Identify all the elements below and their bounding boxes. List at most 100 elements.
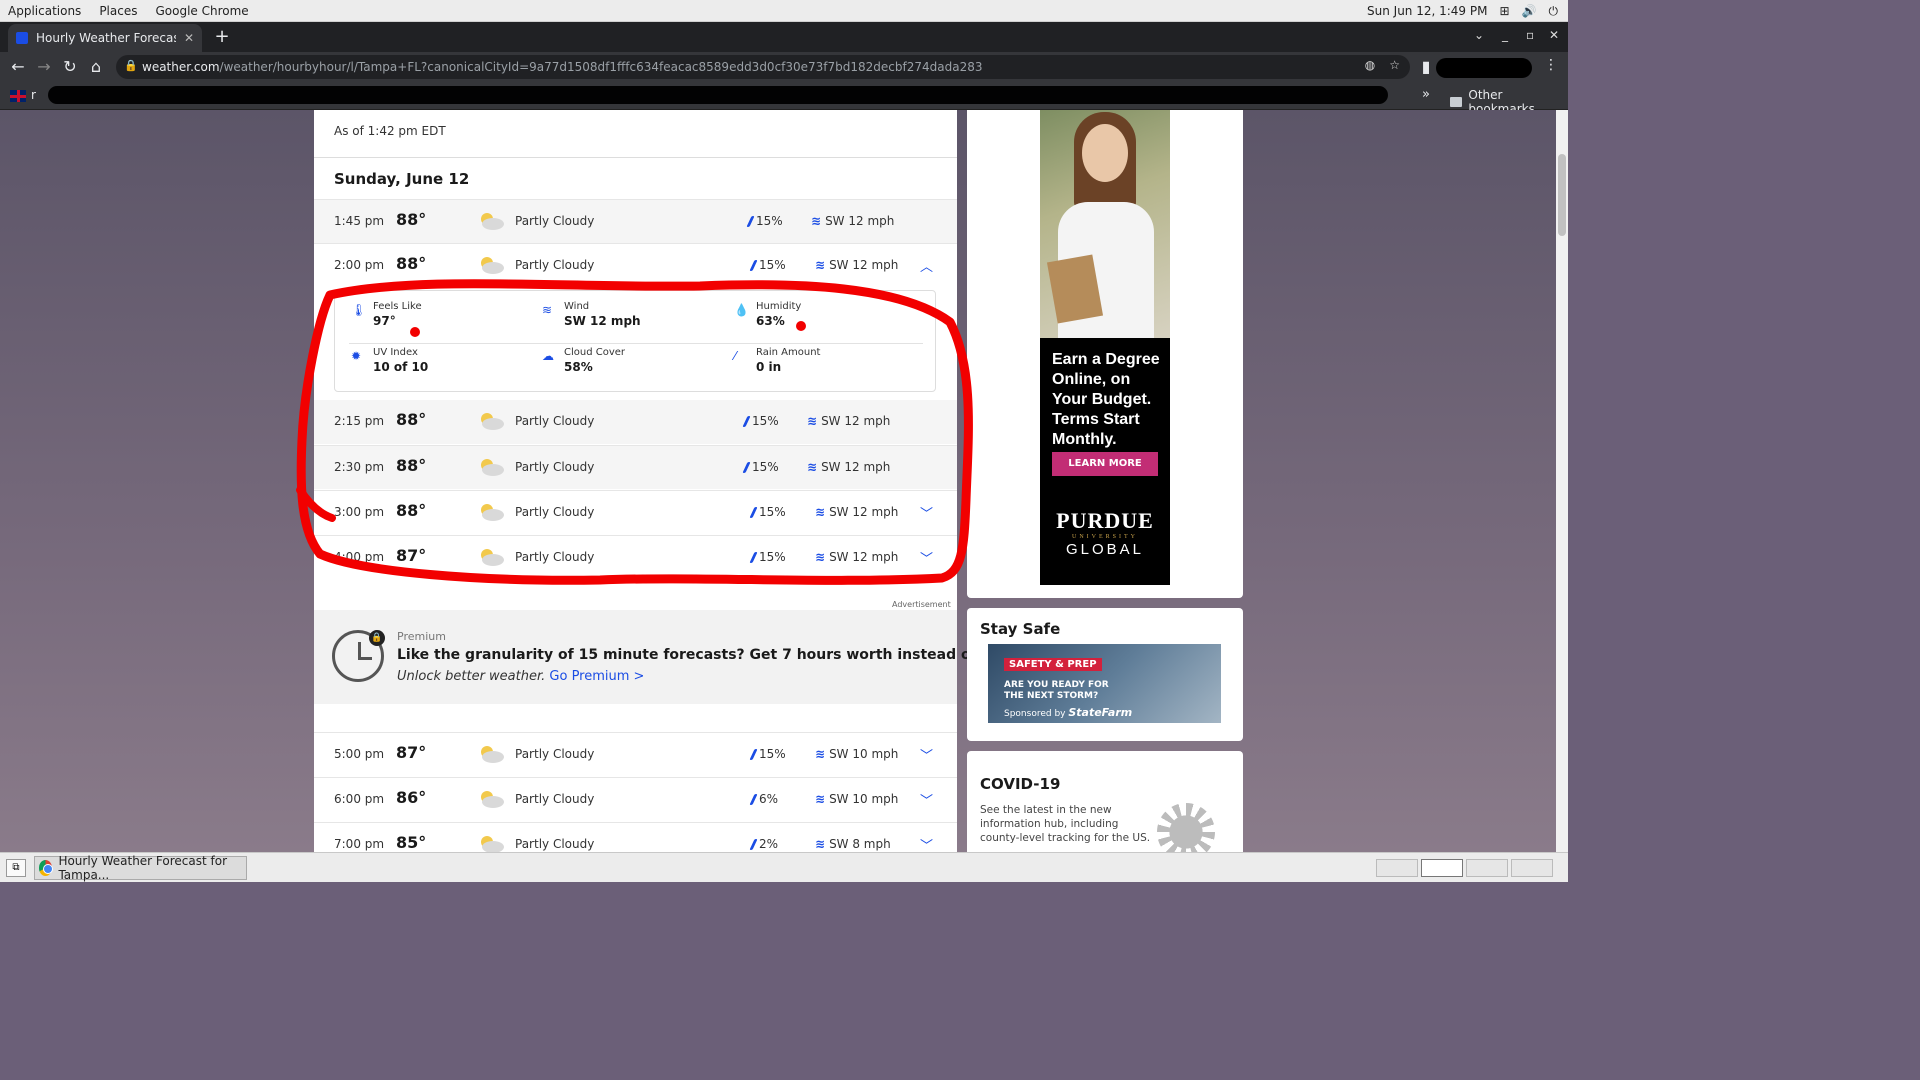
row-wind: ≋ SW 12 mph [815,258,898,272]
raindrop-icon [749,259,758,271]
thermometer-icon: 🌡 [351,303,367,317]
applications-menu[interactable]: Applications [8,4,81,18]
tab-hourly-weather[interactable]: Hourly Weather Forecast f ✕ [8,24,202,52]
wind-icon: ≋ [807,414,817,428]
address-bar[interactable]: 🔒 weather.com/weather/hourbyhour/l/Tampa… [116,55,1410,79]
row-wind-value: SW 10 mph [829,792,899,806]
row-time: 2:30 pm [334,460,385,474]
ad-photo [1040,110,1170,338]
power-icon[interactable]: ⏻ [1549,4,1559,19]
chevron-up-icon[interactable]: ︿ [920,256,933,275]
feels-like-value: 97° [373,314,396,328]
ad-headline: Earn a Degree Online, on Your Budget. Te… [1052,351,1160,448]
forecast-row[interactable]: 3:00 pm 88° Partly Cloudy 15% ≋ SW 12 mph… [314,490,957,534]
profile-button[interactable] [1436,58,1532,78]
forecast-row[interactable]: 1:45 pm 88° Partly Cloudy 15% ≋ SW 12 mph [314,199,957,243]
forecast-row[interactable]: 2:30 pm 88° Partly Cloudy 15% ≋ SW 12 mph [314,445,957,489]
purdue-global-ad[interactable]: Earn a Degree Online, on Your Budget. Te… [1040,110,1170,585]
places-menu[interactable]: Places [99,4,137,18]
close-icon[interactable]: ✕ [184,31,194,45]
forecast-row[interactable]: 7:00 pm 85° Partly Cloudy 2% ≋ SW 8 mph ﹀ [314,822,957,852]
minimize-button[interactable]: _ [1502,28,1508,42]
bookmark-item[interactable]: r [31,88,36,102]
volume-icon[interactable]: 🔊 [1522,4,1537,18]
stay-safe-banner[interactable]: SAFETY & PREP ARE YOU READY FOR THE NEXT… [988,644,1221,723]
forward-button[interactable]: → [34,57,54,76]
row-wind: ≋ SW 12 mph [807,460,890,474]
forecast-row[interactable]: 2:15 pm 88° Partly Cloudy 15% ≋ SW 12 mph [314,400,957,444]
feels-like-cell: 🌡 Feels Like 97° [351,301,553,328]
uv-index-cell: ✹ UV Index 10 of 10 [351,347,553,374]
divider [349,343,923,344]
home-button[interactable]: ⌂ [86,57,106,76]
premium-subtext: Unlock better weather. Go Premium > [397,669,644,684]
chevron-down-icon[interactable]: ﹀ [920,503,933,522]
forecast-row[interactable]: 4:00 pm 87° Partly Cloudy 15% ≋ SW 12 mph… [314,535,957,579]
workspace-4[interactable] [1511,859,1553,877]
side-panel-icon[interactable]: ▮ [1416,57,1436,76]
row-precip-value: 6% [759,792,779,806]
go-premium-link[interactable]: Go Premium > [549,669,644,684]
more-bookmarks-chevron-icon[interactable]: » [1422,87,1430,102]
taskbar-chrome-window[interactable]: Hourly Weather Forecast for Tampa... [34,854,247,882]
row-wind-value: SW 12 mph [825,214,895,228]
maximize-button[interactable]: ▫ [1526,28,1534,42]
row-condition: Partly Cloudy [515,837,595,851]
partly-cloudy-icon [481,791,504,808]
google-chrome-menu[interactable]: Google Chrome [155,4,248,18]
new-tab-button[interactable]: + [212,26,232,47]
row-precip-value: 15% [756,214,783,228]
row-precip-value: 15% [752,460,779,474]
partly-cloudy-icon [481,213,504,230]
chevron-down-icon[interactable]: ﹀ [920,745,933,764]
logo-line-3: GLOBAL [1065,541,1145,558]
row-wind-value: SW 8 mph [829,837,891,851]
system-top-bar: Applications Places Google Chrome Sun Ju… [0,0,1568,22]
forecast-row[interactable]: 5:00 pm 87° Partly Cloudy 15% ≋ SW 10 mph… [314,732,957,776]
back-button[interactable]: ← [8,57,28,76]
bookmark-star-icon[interactable]: ☆ [1389,58,1400,72]
chrome-menu-icon[interactable]: ⋮ [1544,57,1558,73]
row-wind-value: SW 12 mph [829,505,899,519]
scrollbar-thumb[interactable] [1558,154,1566,236]
wind-icon: ≋ [542,303,553,317]
stay-safe-card: Stay Safe SAFETY & PREP ARE YOU READY FO… [967,608,1243,741]
forecast-row-expanded[interactable]: 2:00 pm 88° Partly Cloudy 15% ≋ SW 12 mph… [314,243,957,287]
row-temp: 86° [396,788,427,807]
workspace-1[interactable] [1376,859,1418,877]
wind-icon: ≋ [815,792,825,806]
row-precip: 15% [749,505,786,519]
row-time: 2:00 pm [334,258,385,272]
show-desktop-button[interactable]: ⧉ [6,859,26,877]
workspace-3[interactable] [1466,859,1508,877]
forecast-row[interactable]: 6:00 pm 86° Partly Cloudy 6% ≋ SW 10 mph … [314,777,957,821]
page-scrollbar[interactable] [1556,110,1568,852]
lock-icon[interactable]: 🔒 [124,59,138,72]
tab-title: Hourly Weather Forecast f [36,31,176,45]
learn-more-button[interactable]: LEARN MORE [1052,452,1158,476]
workspace-2[interactable] [1421,859,1463,877]
url-domain: weather.com [142,60,220,74]
row-condition: Partly Cloudy [515,214,595,228]
tab-strip: Hourly Weather Forecast f ✕ + ⌄ _ ▫ ✕ [0,22,1568,52]
network-icon[interactable]: ⊞ [1499,4,1509,18]
uv-value: 10 of 10 [373,360,429,374]
wind-icon: ≋ [815,837,825,851]
tab-search-icon[interactable]: ⌄ [1474,28,1484,42]
covid-card[interactable]: COVID-19 See the latest in the new infor… [967,751,1243,852]
uk-flag-icon[interactable] [10,90,26,102]
virus-icon [1157,803,1215,852]
chevron-down-icon[interactable]: ﹀ [920,548,933,567]
redacted-bookmarks [48,86,1388,104]
rain-amount-cell: ⁄ Rain Amount 0 in [734,347,936,374]
chevron-down-icon[interactable]: ﹀ [920,790,933,809]
row-condition: Partly Cloudy [515,258,595,272]
clock[interactable]: Sun Jun 12, 1:49 PM [1367,4,1487,18]
row-precip-value: 15% [759,550,786,564]
chevron-down-icon[interactable]: ﹀ [920,835,933,852]
raindrop-icon [746,215,755,227]
reload-button[interactable]: ↻ [60,57,80,76]
window-close-button[interactable]: ✕ [1549,28,1559,42]
tracking-eye-icon[interactable]: ◍ [1365,58,1375,72]
raindrop-icon [742,461,751,473]
